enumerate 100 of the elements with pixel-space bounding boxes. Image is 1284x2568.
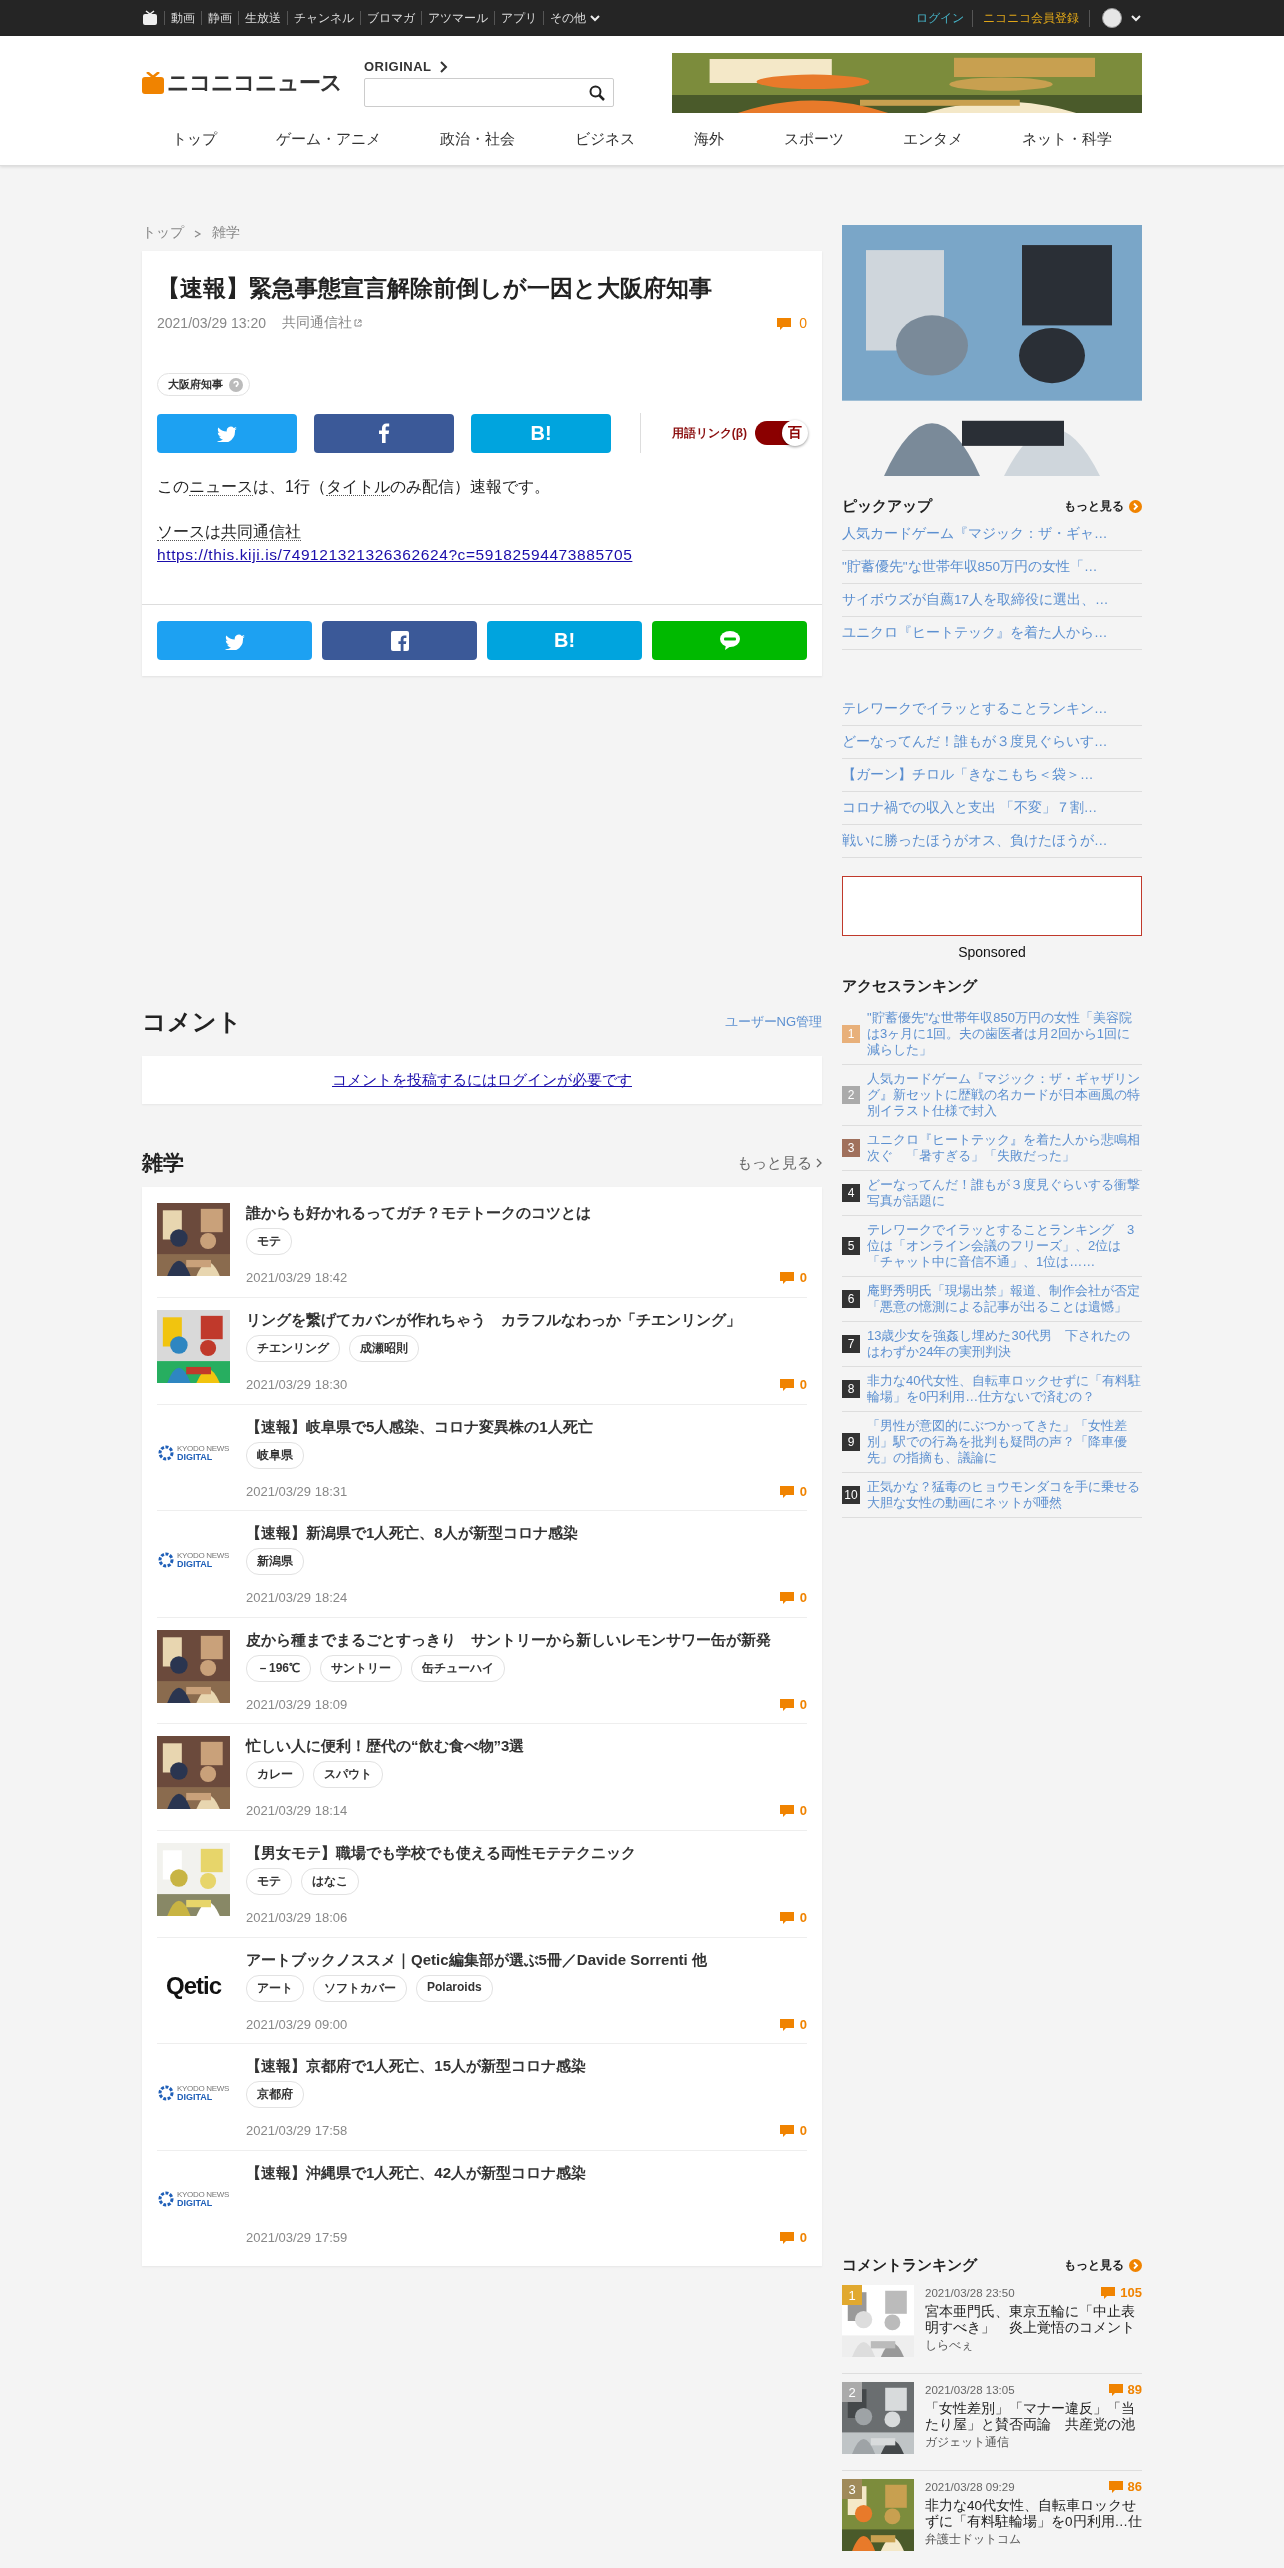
source-url-link[interactable]: https://this.kiji.is/749121321326362624?c=59182594473885705 — [157, 546, 633, 563]
ring-icon — [157, 1445, 174, 1462]
tag-chip[interactable]: 新潟県 — [246, 1548, 304, 1576]
more-link[interactable]: もっと見る — [1064, 497, 1142, 515]
rank-badge: 7 — [842, 1335, 860, 1353]
facebook-share-button[interactable] — [314, 413, 454, 453]
term-link[interactable]: 共同通信社 — [221, 523, 301, 541]
chevron-right-icon — [194, 229, 202, 239]
service-link[interactable]: 生放送 — [238, 11, 287, 25]
nav-tab[interactable]: トップ — [165, 130, 223, 149]
nav-tab[interactable]: エンタメ — [896, 130, 969, 149]
nav-tab[interactable]: ネット・科学 — [1016, 130, 1119, 149]
site-logo[interactable]: ニコニコニュース — [167, 68, 342, 98]
term-link[interactable]: ソース — [157, 523, 205, 541]
service-link[interactable]: 動画 — [164, 11, 201, 25]
source-name: 弁護士ドットコム — [925, 2532, 1021, 2546]
rank-badge: 10 — [842, 1486, 860, 1504]
rank-badge: 2 — [842, 1086, 860, 1104]
article-title-link[interactable]: 【男女モテ】職場でも学校でも使える両性モテテクニック — [246, 1842, 807, 1863]
twitter-share-button[interactable] — [157, 413, 297, 453]
tag-chip[interactable]: Polaroids — [416, 1974, 493, 2002]
article-title-link[interactable]: 皮から種までまるごとすっきり サントリーから新しいレモンサワー缶が新発 — [246, 1629, 807, 1650]
service-link[interactable]: アツマール — [421, 11, 494, 25]
nav-tab[interactable]: スポーツ — [777, 130, 850, 149]
rank-badge: 4 — [842, 1184, 860, 1202]
rank-badge: 1 — [842, 1025, 860, 1043]
nav-tab[interactable]: ビジネス — [568, 130, 641, 149]
tag-chip[interactable]: はなこ — [301, 1867, 359, 1895]
article-date: 2021/03/29 18:42 — [246, 1270, 348, 1285]
nav-tab[interactable]: 海外 — [688, 130, 731, 149]
service-link[interactable]: チャンネル — [287, 11, 360, 25]
chevron-down-icon[interactable] — [1130, 13, 1142, 23]
tag-chip[interactable]: モテ — [246, 1228, 292, 1255]
more-link[interactable]: もっと見る — [1064, 2256, 1142, 2274]
term-link[interactable]: タイトル — [325, 478, 390, 496]
rank-badge: 3 — [842, 2479, 862, 2499]
comment-icon — [777, 316, 792, 330]
article-title-link[interactable]: 忙しい人に便利！歴代の“飲む食べ物”3選 — [246, 1736, 807, 1757]
service-link[interactable]: その他 — [543, 11, 607, 25]
comment-icon — [779, 2017, 794, 2031]
article-title-link[interactable]: 【速報】沖縄県で1人死亡、42人が新型コロナ感染 — [246, 2162, 807, 2183]
article-date: 2021/03/29 17:58 — [246, 2123, 348, 2139]
ring-icon — [157, 2191, 174, 2208]
article-title-link[interactable]: 【速報】京都府で1人死亡、15人が新型コロナ感染 — [246, 2056, 807, 2077]
article-text: ソースは共同通信社 — [157, 522, 302, 543]
tag-chip[interactable]: チエンリング — [246, 1335, 340, 1362]
tag-chip[interactable]: スパウト — [313, 1761, 383, 1789]
login-required-link[interactable]: コメントを投稿するにはログインが必要です — [332, 1070, 632, 1090]
comment-icon — [779, 1804, 794, 1818]
tag-chip[interactable]: 岐阜県 — [246, 1441, 304, 1469]
search-icon — [589, 84, 605, 101]
logo-text: DIGITAL — [176, 1559, 214, 1568]
tag-chip[interactable]: 京都府 — [246, 2081, 304, 2109]
rank-badge: 5 — [842, 1237, 860, 1255]
tag-chip[interactable]: カレー — [246, 1761, 304, 1789]
service-link[interactable]: アプリ — [494, 11, 543, 25]
tag-chip[interactable]: －196℃ — [246, 1654, 312, 1682]
article-date: 2021/03/29 18:30 — [246, 1377, 348, 1392]
ranking-link[interactable]: 宮本亜門氏、東京五輪に「中止表明すべき」 炎上覚悟のコメント — [925, 2304, 1142, 2335]
source-link[interactable]: 共同通信社 — [282, 314, 362, 332]
article-title-link[interactable]: 誰からも好かれるってガチ？モテトークのコツとは — [246, 1203, 807, 1223]
article-date: 2021/03/29 13:20 — [157, 315, 266, 331]
nav-tab[interactable]: 政治・社会 — [434, 130, 522, 149]
service-link[interactable]: ブロマガ — [360, 11, 421, 25]
article-title-link[interactable]: リングを繋げてカバンが作れちゃう カラフルなわっか「チエンリング」 — [246, 1310, 807, 1330]
chevron-right-icon — [816, 1158, 822, 1168]
article-title-link[interactable]: 【速報】新潟県で1人死亡、8人が新型コロナ感染 — [246, 1523, 807, 1544]
article-title-link[interactable]: アートブックノススメ｜Qetic編集部が選ぶ5冊／Davide Sorrenti 他 — [246, 1949, 807, 1970]
tag-chip[interactable]: 缶チューハイ — [411, 1654, 506, 1682]
comment-icon — [779, 1484, 794, 1498]
tag-chip[interactable]: モテ — [246, 1867, 292, 1895]
tv-icon[interactable] — [142, 10, 158, 26]
tag-chip[interactable]: アート — [246, 1974, 304, 2002]
article-date: 2021/03/29 17:59 — [246, 2229, 348, 2245]
section-heading: アクセスランキング — [842, 976, 977, 996]
search-field[interactable] — [364, 78, 614, 107]
external-link-icon — [354, 319, 362, 327]
line-share-button[interactable] — [652, 621, 807, 660]
avatar-icon[interactable] — [1102, 8, 1122, 28]
tag-chip[interactable]: ソフトカバー — [313, 1974, 407, 2002]
term-link[interactable]: ニュース — [189, 478, 253, 496]
nav-tab[interactable]: ゲーム・アニメ — [270, 130, 388, 149]
ranking-link[interactable]: 「女性差別」「マナー違反」「当たり屋」と賛否両論 共産党の池 — [925, 2401, 1142, 2432]
logo-text: DIGITAL — [176, 2199, 214, 2208]
chevron-circle-icon — [1129, 499, 1142, 513]
term-link-toggle[interactable]: 百 — [755, 421, 807, 445]
register-link[interactable]: ニコニコ会員登録 — [972, 9, 1090, 27]
service-link[interactable]: 静画 — [201, 11, 238, 25]
original-link[interactable]: ORIGINAL — [364, 59, 614, 74]
login-link[interactable]: ログイン — [908, 9, 972, 27]
tag-chip[interactable]: 成瀬昭則 — [349, 1335, 419, 1362]
tag-chip[interactable]: サントリー — [320, 1654, 403, 1682]
help-icon — [229, 377, 243, 392]
article-title-link[interactable]: 【速報】岐阜県で5人感染、コロナ変異株の1人死亡 — [246, 1416, 807, 1437]
rank-badge: 8 — [842, 1380, 860, 1398]
ranking-link[interactable]: 非力な40代女性、自転車ロックせずに「有料駐輪場」を0円利用…仕 — [925, 2498, 1142, 2529]
more-link[interactable]: もっと見る — [737, 1153, 822, 1173]
twitter-share-button[interactable] — [157, 621, 312, 660]
facebook-share-button[interactable] — [322, 621, 477, 660]
chevron-circle-icon — [1129, 2258, 1142, 2272]
